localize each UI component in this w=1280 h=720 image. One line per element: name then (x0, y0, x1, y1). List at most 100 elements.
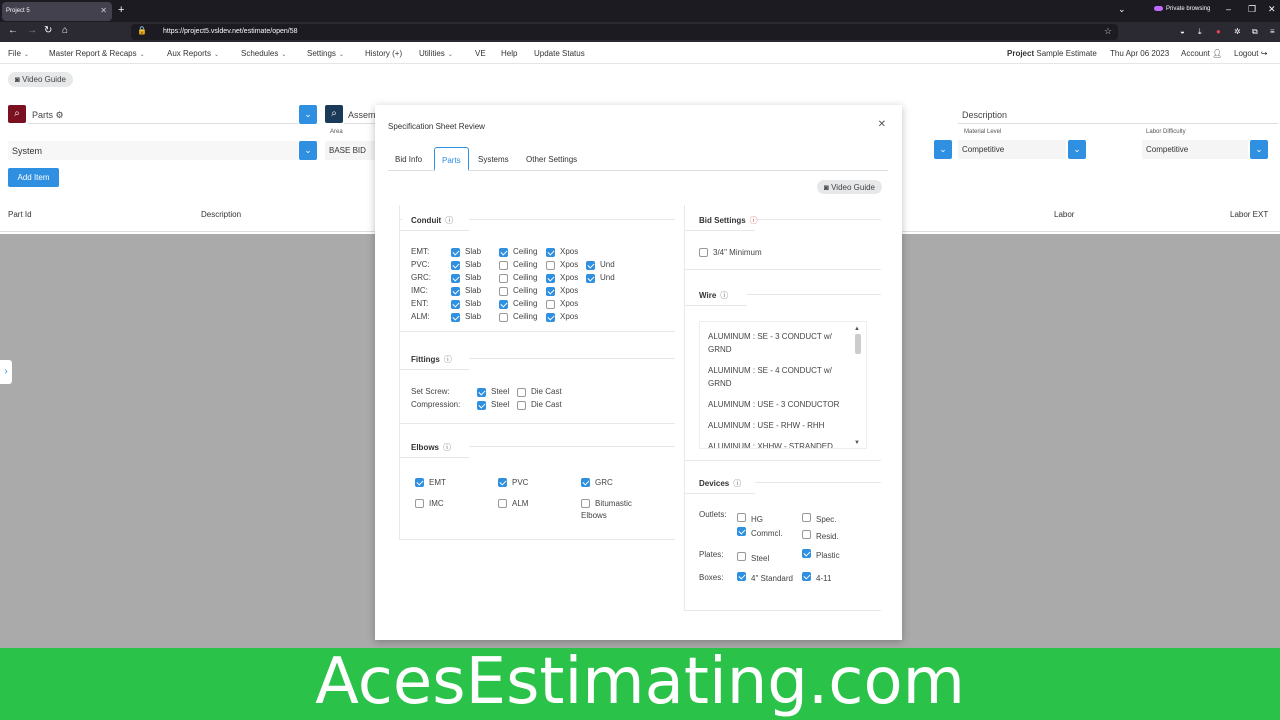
conduit-xpos-checkbox[interactable] (546, 287, 555, 296)
minimize-icon[interactable]: – (1226, 4, 1231, 14)
fittings-die-cast-checkbox[interactable] (517, 388, 526, 397)
area-select[interactable]: BASE BID (325, 141, 375, 160)
tab-other-settings[interactable]: Other Settings (519, 147, 584, 171)
home-icon[interactable]: ⌂ (62, 25, 68, 36)
conduit-xpos-checkbox[interactable] (546, 274, 555, 283)
system-dropdown-button[interactable]: ⌄ (299, 141, 317, 160)
conduit-xpos-checkbox[interactable] (546, 261, 555, 270)
conduit-slab-checkbox[interactable] (451, 261, 460, 270)
wire-item[interactable]: ALUMINUM : XHHW - STRANDED (708, 440, 848, 448)
app-menu-icon[interactable]: ≡ (1270, 27, 1275, 36)
conduit-xpos-checkbox[interactable] (546, 300, 555, 309)
boxes-4in-checkbox[interactable] (737, 572, 746, 581)
video-guide-button[interactable]: ◙ Video Guide (8, 72, 73, 87)
outlets-spec-checkbox[interactable] (802, 513, 811, 522)
menu-aux-reports[interactable]: Aux Reports ⌄ (167, 49, 219, 58)
wire-list[interactable]: ALUMINUM : SE - 3 CONDUCT w/ GRND ALUMIN… (699, 321, 867, 449)
add-item-button[interactable]: Add Item (8, 168, 59, 187)
plates-steel-checkbox[interactable] (737, 552, 746, 561)
logout-link[interactable]: Logout ↪ (1234, 49, 1267, 58)
tab-bid-info[interactable]: Bid Info (388, 147, 429, 171)
conduit-ceiling-checkbox[interactable] (499, 274, 508, 283)
back-icon[interactable]: ← (8, 25, 18, 36)
boxes-4-11-checkbox[interactable] (802, 572, 811, 581)
elbows-imc-checkbox[interactable] (415, 499, 424, 508)
outlets-commcl-checkbox[interactable] (737, 527, 746, 536)
assemblies-search-icon[interactable]: ⌕ (325, 105, 343, 123)
elbows-grc-checkbox[interactable] (581, 478, 590, 487)
tab-systems[interactable]: Systems (471, 147, 516, 171)
outlets-hg-checkbox[interactable] (737, 513, 746, 522)
fittings-steel-checkbox[interactable] (477, 401, 486, 410)
col-description[interactable]: Description (201, 210, 241, 219)
wire-scrollbar[interactable]: ▲ ▼ (854, 326, 862, 446)
modal-video-guide-button[interactable]: ◙ Video Guide (817, 180, 882, 194)
conduit-xpos-checkbox[interactable] (546, 313, 555, 322)
parts-search-icon[interactable]: ⌕ (8, 105, 26, 123)
description-input[interactable]: Description (958, 105, 1278, 124)
browser-tab[interactable]: Project 5 ✕ (2, 2, 112, 21)
close-window-icon[interactable]: ✕ (1268, 4, 1276, 15)
conduit-slab-checkbox[interactable] (451, 274, 460, 283)
labor-difficulty-dropdown-button[interactable]: ⌄ (1250, 140, 1268, 159)
extension-icon[interactable]: ✲ (1234, 27, 1241, 36)
conduit-xpos-checkbox[interactable] (546, 248, 555, 257)
menu-file[interactable]: File ⌄ (8, 49, 29, 58)
list-tabs-icon[interactable]: ⌄ (1118, 4, 1126, 15)
maximize-icon[interactable]: ❐ (1248, 4, 1256, 15)
conduit-ceiling-checkbox[interactable] (499, 313, 508, 322)
material-level-select[interactable]: Competitive (958, 140, 1066, 159)
fittings-steel-checkbox[interactable] (477, 388, 486, 397)
col-part-id[interactable]: Part Id (8, 210, 32, 219)
forward-icon[interactable]: → (27, 25, 37, 36)
elbows-pvc-checkbox[interactable] (498, 478, 507, 487)
conduit-slab-checkbox[interactable] (451, 300, 460, 309)
menu-ve[interactable]: VE (475, 49, 486, 58)
menu-utilities[interactable]: Utilities ⌄ (419, 49, 453, 58)
conduit-und-checkbox[interactable] (586, 261, 595, 270)
pocket-icon[interactable]: ◒ (1180, 27, 1185, 36)
system-select[interactable]: System (8, 141, 298, 160)
material-level-dropdown-button[interactable]: ⌄ (1068, 140, 1086, 159)
wire-item[interactable]: ALUMINUM : SE - 3 CONDUCT w/ GRND (708, 330, 848, 356)
conduit-ceiling-checkbox[interactable] (499, 248, 508, 257)
adblock-icon[interactable]: ● (1216, 27, 1221, 36)
close-tab-icon[interactable]: ✕ (100, 6, 107, 15)
labor-difficulty-select[interactable]: Competitive (1142, 140, 1248, 159)
wire-item[interactable]: ALUMINUM : SE - 4 CONDUCT w/ GRND (708, 364, 848, 390)
menu-schedules[interactable]: Schedules ⌄ (241, 49, 286, 58)
reload-icon[interactable]: ↻ (44, 25, 52, 36)
elbows-alm-checkbox[interactable] (498, 499, 507, 508)
assemblies-input[interactable]: Assem (344, 105, 375, 124)
bookmark-star-icon[interactable]: ☆ (1104, 26, 1112, 37)
url-bar[interactable]: 🔒 https://project5.vsldev.net/estimate/o… (131, 24, 1118, 40)
new-tab-icon[interactable]: + (118, 4, 124, 16)
conduit-ceiling-checkbox[interactable] (499, 261, 508, 270)
conduit-slab-checkbox[interactable] (451, 287, 460, 296)
col-labor-ext[interactable]: Labor EXT (1230, 210, 1268, 219)
extensions-puzzle-icon[interactable]: ⧉ (1252, 27, 1258, 37)
conduit-und-checkbox[interactable] (586, 274, 595, 283)
area-dropdown-button[interactable]: ⌄ (934, 140, 952, 159)
conduit-ceiling-checkbox[interactable] (499, 287, 508, 296)
conduit-slab-checkbox[interactable] (451, 248, 460, 257)
outlets-resid-checkbox[interactable] (802, 530, 811, 539)
menu-update-status[interactable]: Update Status (534, 49, 585, 58)
menu-history[interactable]: History (+) (365, 49, 402, 58)
wire-item[interactable]: ALUMINUM : USE - 3 CONDUCTOR (708, 398, 848, 411)
account-menu[interactable]: Account 👤︎ (1181, 49, 1222, 58)
menu-master-report[interactable]: Master Report & Recaps ⌄ (49, 49, 145, 58)
parts-dropdown-button[interactable]: ⌄ (299, 105, 317, 124)
tab-parts[interactable]: Parts (434, 147, 469, 171)
menu-help[interactable]: Help (501, 49, 517, 58)
menu-settings[interactable]: Settings ⌄ (307, 49, 344, 58)
close-icon[interactable]: ✕ (878, 119, 886, 130)
min-3-4-checkbox[interactable] (699, 248, 708, 257)
elbows-emt-checkbox[interactable] (415, 478, 424, 487)
downloads-icon[interactable]: ⤓ (1198, 27, 1202, 37)
fittings-die-cast-checkbox[interactable] (517, 401, 526, 410)
wire-item[interactable]: ALUMINUM : USE - RHW - RHH (708, 419, 848, 432)
plates-plastic-checkbox[interactable] (802, 549, 811, 558)
conduit-ceiling-checkbox[interactable] (499, 300, 508, 309)
conduit-slab-checkbox[interactable] (451, 313, 460, 322)
